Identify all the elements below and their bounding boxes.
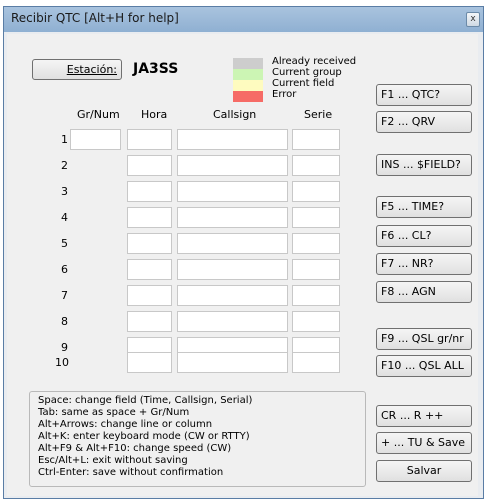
serie-field[interactable] (292, 311, 340, 332)
serie-field[interactable] (292, 129, 340, 150)
legend-swatch-already-received (233, 58, 263, 69)
callsign-field[interactable] (177, 181, 288, 202)
column-header-serie: Serie (304, 108, 333, 121)
save-button[interactable]: Salvar (376, 460, 472, 482)
help-box: Space: change field (Time, Callsign, Ser… (29, 391, 366, 487)
hora-field[interactable] (127, 233, 172, 254)
serie-field[interactable] (292, 181, 340, 202)
legend-swatch-current-field (233, 80, 263, 91)
hora-field[interactable] (127, 259, 172, 280)
callsign-field[interactable] (177, 155, 288, 176)
callsign-field[interactable] (177, 129, 288, 150)
f2-qrv-button[interactable]: F2 ... QRV (376, 111, 472, 133)
help-line: Space: change field (Time, Callsign, Ser… (38, 395, 253, 406)
f9-qsl-button[interactable]: F9 ... QSL gr/nr (376, 328, 472, 350)
hora-field[interactable] (127, 181, 172, 202)
hora-field[interactable] (127, 129, 172, 150)
grnum-field[interactable] (70, 129, 121, 150)
legend-label-error: Error (272, 89, 297, 100)
cr-r-button[interactable]: CR ... R ++ (376, 405, 472, 427)
row-number: 7 (61, 289, 68, 302)
serie-field[interactable] (292, 207, 340, 228)
tu-save-button[interactable]: + ... TU & Save (376, 432, 472, 454)
column-header-callsign: Callsign (213, 108, 257, 121)
close-button[interactable]: x (466, 12, 480, 27)
legend-label-current-group: Current group (272, 67, 342, 78)
help-line: Alt+Arrows: change line or column (38, 419, 213, 430)
callsign-field[interactable] (177, 233, 288, 254)
ins-field-button[interactable]: INS ... $FIELD? (376, 154, 472, 176)
row-number: 9 (61, 341, 68, 354)
f10-qsl-all-button[interactable]: F10 ... QSL ALL (376, 355, 472, 377)
legend-label-current-field: Current field (272, 78, 335, 89)
callsign-field[interactable] (177, 207, 288, 228)
serie-field[interactable] (292, 233, 340, 254)
row-number: 5 (61, 237, 68, 250)
station-callsign: JA3SS (133, 61, 179, 77)
dialog-body: Estación: JA3SS Already received Current… (7, 34, 478, 496)
row-number: 10 (55, 356, 69, 369)
column-header-grnum: Gr/Num (77, 108, 120, 121)
legend-swatch-current-group (233, 69, 263, 80)
callsign-field[interactable] (177, 285, 288, 306)
legend-label-already-received: Already received (272, 56, 357, 67)
serie-field[interactable] (292, 352, 340, 373)
row-number: 6 (61, 263, 68, 276)
legend-swatch-error (233, 91, 263, 102)
hora-field[interactable] (127, 352, 172, 373)
station-button-label: Estación: (66, 63, 117, 76)
column-header-hora: Hora (141, 108, 168, 121)
row-number: 4 (61, 211, 68, 224)
serie-field[interactable] (292, 155, 340, 176)
f6-cl-button[interactable]: F6 ... CL? (376, 225, 472, 247)
row-number: 8 (61, 315, 68, 328)
callsign-field[interactable] (177, 352, 288, 373)
help-line: Esc/Alt+L: exit without saving (38, 455, 188, 466)
qtc-receive-window: Recibir QTC [Alt+H for help] x Estación:… (3, 6, 484, 499)
row-number: 2 (61, 159, 68, 172)
f7-nr-button[interactable]: F7 ... NR? (376, 253, 472, 275)
hora-field[interactable] (127, 155, 172, 176)
row-number: 1 (61, 133, 68, 146)
f5-time-button[interactable]: F5 ... TIME? (376, 196, 472, 218)
serie-field[interactable] (292, 285, 340, 306)
f1-qtc-button[interactable]: F1 ... QTC? (376, 84, 472, 106)
serie-field[interactable] (292, 259, 340, 280)
station-button[interactable]: Estación: (32, 59, 122, 80)
hora-field[interactable] (127, 311, 172, 332)
help-line: Ctrl-Enter: save without confirmation (38, 467, 224, 478)
hora-field[interactable] (127, 285, 172, 306)
help-line: Alt+F9 & Alt+F10: change speed (CW) (38, 443, 232, 454)
window-title: Recibir QTC [Alt+H for help] (11, 11, 179, 25)
help-line: Alt+K: enter keyboard mode (CW or RTTY) (38, 431, 250, 442)
row-number: 3 (61, 185, 68, 198)
hora-field[interactable] (127, 207, 172, 228)
callsign-field[interactable] (177, 311, 288, 332)
help-line: Tab: same as space + Gr/Num (38, 407, 190, 418)
f8-agn-button[interactable]: F8 ... AGN (376, 281, 472, 303)
callsign-field[interactable] (177, 259, 288, 280)
title-bar[interactable]: Recibir QTC [Alt+H for help] x (4, 7, 483, 32)
